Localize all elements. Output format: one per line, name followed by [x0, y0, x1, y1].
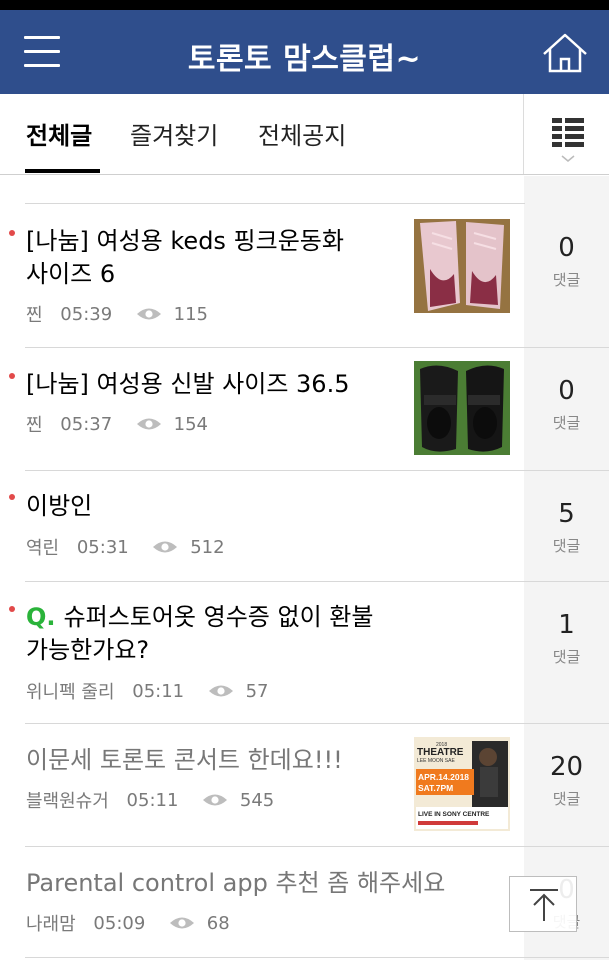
post-title-text: 슈퍼스토어옷 영수증 없이 환불 — [63, 603, 374, 631]
tab-bar: 전체글 즐겨찾기 전체공지 — [0, 94, 609, 175]
post-title-line: [나눔] 여성용 keds 핑크운동화 — [26, 227, 344, 255]
new-post-dot — [9, 230, 15, 236]
comment-count: 20 — [549, 752, 584, 782]
list-view-toggle-icon[interactable] — [524, 94, 609, 174]
post-row[interactable]: 이문세 토론토 콘서트 한데요!!! 블랙원슈거 05:11 545 2018 … — [0, 724, 609, 846]
view-count-eye-icon — [169, 915, 195, 931]
post-author: 블랙원슈거 — [26, 791, 109, 812]
comment-count: 5 — [558, 499, 575, 529]
post-row[interactable]: [나눔] 여성용 신발 사이즈 36.5 찐 05:37 154 0 댓글 — [0, 348, 609, 470]
post-meta: 위니펙 줄리 05:11 57 — [26, 678, 269, 704]
row-divider — [25, 957, 609, 958]
page-title: 토론토 맘스클럽~ — [187, 42, 422, 77]
post-author: 찐 — [26, 415, 43, 436]
comment-label: 댓글 — [552, 537, 581, 555]
poster-artist: LEE MOON SAE — [417, 758, 455, 764]
tab-favorites[interactable]: 즐겨찾기 — [130, 116, 218, 151]
post-author: 위니펙 줄리 — [26, 682, 115, 703]
comment-label: 댓글 — [552, 648, 581, 666]
comment-count: 1 — [558, 610, 575, 640]
poster-time: SAT.7PM — [418, 783, 453, 793]
arrow-up-to-top-icon — [530, 889, 558, 921]
new-post-dot — [9, 373, 15, 379]
view-count-eye-icon — [208, 683, 234, 699]
post-time: 05:11 — [126, 789, 179, 811]
post-row[interactable]: [나눔] 여성용 keds 핑크운동화 사이즈 6 찐 05:39 115 0 … — [0, 205, 609, 347]
tab-all-posts[interactable]: 전체글 — [26, 116, 92, 151]
post-meta: 역린 05:31 512 — [26, 534, 225, 560]
scroll-to-top-button[interactable] — [509, 876, 577, 932]
post-meta: 나래맘 05:09 68 — [26, 910, 230, 936]
comment-count: 0 — [558, 376, 575, 406]
app-header: 토론토 맘스클럽~ — [0, 10, 609, 94]
status-bar — [0, 0, 609, 10]
post-views: 154 — [173, 413, 208, 435]
new-post-dot — [9, 606, 15, 612]
post-row[interactable]: 이방인 역린 05:31 512 5 댓글 — [0, 471, 609, 581]
post-meta: 찐 05:37 154 — [26, 411, 208, 437]
post-title-line: 이문세 토론토 콘서트 한데요!!! — [26, 746, 343, 774]
post-row[interactable]: Q. 슈퍼스토어옷 영수증 없이 환불 가능한가요? 위니펙 줄리 05:11 5… — [0, 582, 609, 723]
post-title-line: Parental control app 추천 좀 해주세요 — [26, 869, 446, 897]
comment-count: 0 — [558, 233, 575, 263]
post-time: 05:31 — [76, 536, 129, 558]
comment-label: 댓글 — [552, 790, 581, 808]
poster-date: APR.14.2018 — [418, 772, 469, 782]
post-views: 545 — [239, 789, 275, 811]
post-views: 57 — [245, 680, 269, 702]
post-time: 05:11 — [132, 680, 185, 702]
partially-hidden-post[interactable] — [25, 176, 525, 204]
post-title-line: [나눔] 여성용 신발 사이즈 36.5 — [26, 370, 350, 398]
post-title-line: 사이즈 6 — [26, 260, 116, 288]
post-meta: 블랙원슈거 05:11 545 — [26, 787, 274, 813]
post-time: 05:37 — [60, 413, 113, 435]
post-thumbnail-black-shoes[interactable] — [414, 361, 510, 455]
post-thumbnail-pink-sneakers[interactable] — [414, 219, 510, 313]
view-count-eye-icon — [136, 416, 162, 432]
view-count-eye-icon — [202, 792, 228, 808]
poster-venue: LIVE IN SONY CENTRE — [418, 811, 490, 818]
view-count-eye-icon — [136, 306, 162, 322]
post-title-line: 이방인 — [26, 492, 93, 520]
new-post-dot — [9, 494, 15, 500]
home-icon[interactable] — [540, 30, 590, 76]
post-title-line: Q. 슈퍼스토어옷 영수증 없이 환불 — [26, 601, 373, 634]
post-time: 05:39 — [60, 303, 113, 325]
comment-label: 댓글 — [552, 414, 581, 432]
comment-label: 댓글 — [552, 271, 581, 289]
post-views: 512 — [190, 536, 225, 558]
post-list: [나눔] 여성용 keds 핑크운동화 사이즈 6 찐 05:39 115 0 … — [0, 176, 609, 960]
post-author: 찐 — [26, 305, 43, 326]
poster-headline: THEATRE — [417, 747, 464, 758]
active-tab-indicator — [25, 169, 100, 173]
tab-all-notices[interactable]: 전체공지 — [258, 116, 346, 151]
post-title-line: 가능한가요? — [26, 636, 150, 664]
post-time: 05:09 — [93, 912, 146, 934]
post-views: 68 — [206, 912, 230, 934]
post-author: 역린 — [26, 538, 60, 559]
post-thumbnail-concert-poster[interactable]: 2018 THEATRE LEE MOON SAE APR.14.2018 SA… — [414, 737, 510, 831]
post-views: 115 — [173, 303, 208, 325]
post-author: 나래맘 — [26, 914, 76, 935]
view-count-eye-icon — [152, 539, 178, 555]
post-meta: 찐 05:39 115 — [26, 301, 208, 327]
question-prefix: Q. — [26, 603, 56, 631]
